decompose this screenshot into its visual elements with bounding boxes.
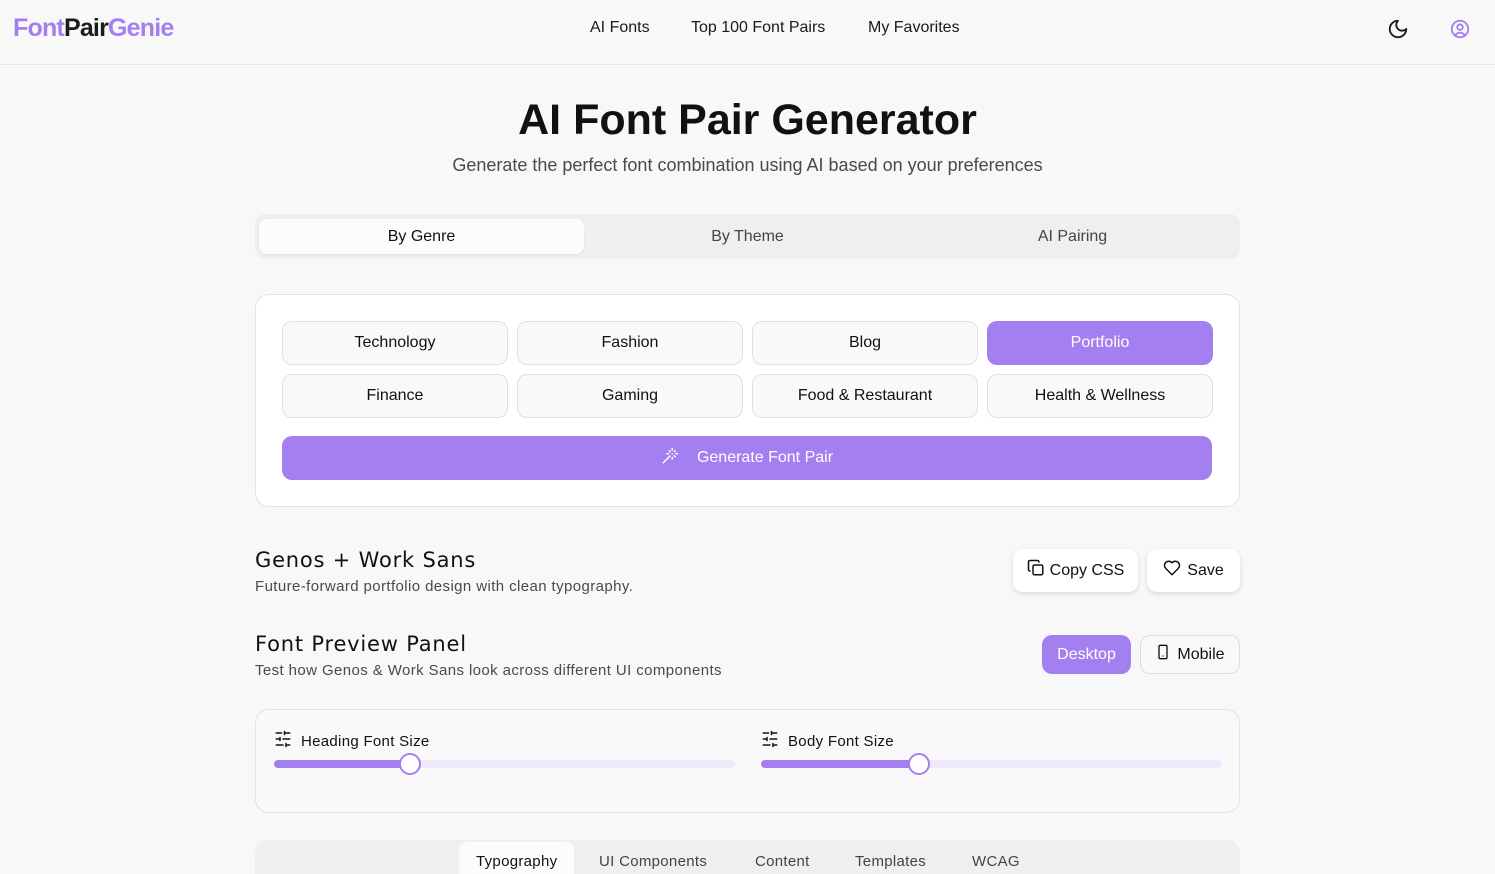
sliders-icon [274,730,292,752]
genre-selection-card: Technology Fashion Blog Portfolio Financ… [255,294,1240,507]
genre-technology-button[interactable]: Technology [282,321,508,365]
logo-part-genie: Genie [108,14,174,42]
body-slider-fill [761,760,919,768]
body-slider-thumb[interactable] [907,753,930,775]
copy-css-button[interactable]: Copy CSS [1013,549,1138,592]
tab-typography[interactable]: Typography [459,842,575,874]
font-size-controls: Heading Font Size Body Font Size [255,709,1240,813]
genre-fashion-button[interactable]: Fashion [517,321,743,365]
generate-font-pair-button[interactable]: Generate Font Pair [282,436,1212,480]
heading-font-size-label: Heading Font Size [274,730,430,752]
mobile-label: Mobile [1177,645,1225,663]
page-title: AI Font Pair Generator [518,96,977,144]
font-pair-description: Future-forward portfolio design with cle… [255,578,634,595]
desktop-view-button[interactable]: Desktop [1042,635,1131,674]
copy-icon [1027,559,1045,582]
generate-label: Generate Font Pair [696,449,834,466]
heading-font-size-text: Heading Font Size [301,732,430,750]
heart-icon [1163,559,1181,582]
body-font-size-slider[interactable] [761,753,1222,775]
logo-part-pair: Pair [63,14,109,42]
preview-tabs: Typography UI Components Content Templat… [255,840,1240,874]
tab-by-theme[interactable]: By Theme [585,219,910,254]
body-font-size-label: Body Font Size [761,730,894,752]
save-label: Save [1187,561,1224,579]
save-button[interactable]: Save [1147,549,1240,592]
tab-templates[interactable]: Templates [838,842,943,874]
genre-portfolio-button[interactable]: Portfolio [987,321,1213,365]
copy-css-label: Copy CSS [1049,561,1125,579]
genre-finance-button[interactable]: Finance [282,374,508,418]
magic-wand-icon [661,447,679,470]
genre-health-wellness-button[interactable]: Health & Wellness [987,374,1213,418]
heading-font-size-slider[interactable] [274,753,735,775]
nav-my-favorites[interactable]: My Favorites [868,19,960,37]
sliders-icon [761,730,779,752]
nav-ai-fonts[interactable]: AI Fonts [590,19,650,37]
tab-ui-components[interactable]: UI Components [582,842,724,874]
page-subtitle: Generate the perfect font combination us… [452,155,1043,175]
logo[interactable]: FontPairGenie [13,14,174,43]
mode-tabs: By Genre By Theme AI Pairing [255,214,1240,259]
logo-part-font: Font [13,14,65,42]
top-header: FontPairGenie AI Fonts Top 100 Font Pair… [0,0,1495,65]
preview-panel-description: Test how Genos & Work Sans look across d… [255,662,722,679]
genre-blog-button[interactable]: Blog [752,321,978,365]
moon-icon[interactable] [1387,18,1409,40]
heading-slider-thumb[interactable] [398,753,421,775]
user-circle-icon[interactable] [1449,18,1471,40]
heading-slider-fill [274,760,410,768]
smartphone-icon [1155,643,1171,666]
mobile-view-button[interactable]: Mobile [1140,635,1240,674]
tab-wcag[interactable]: WCAG [955,842,1037,874]
body-font-size-text: Body Font Size [788,732,894,750]
tab-by-genre[interactable]: By Genre [259,219,584,254]
preview-panel-title: Font Preview Panel [255,632,467,656]
genre-gaming-button[interactable]: Gaming [517,374,743,418]
tab-content[interactable]: Content [738,842,827,874]
tab-ai-pairing[interactable]: AI Pairing [910,219,1235,254]
nav-top-100-font-pairs[interactable]: Top 100 Font Pairs [691,19,825,37]
genre-food-restaurant-button[interactable]: Food & Restaurant [752,374,978,418]
font-pair-name: Genos + Work Sans [255,548,477,572]
